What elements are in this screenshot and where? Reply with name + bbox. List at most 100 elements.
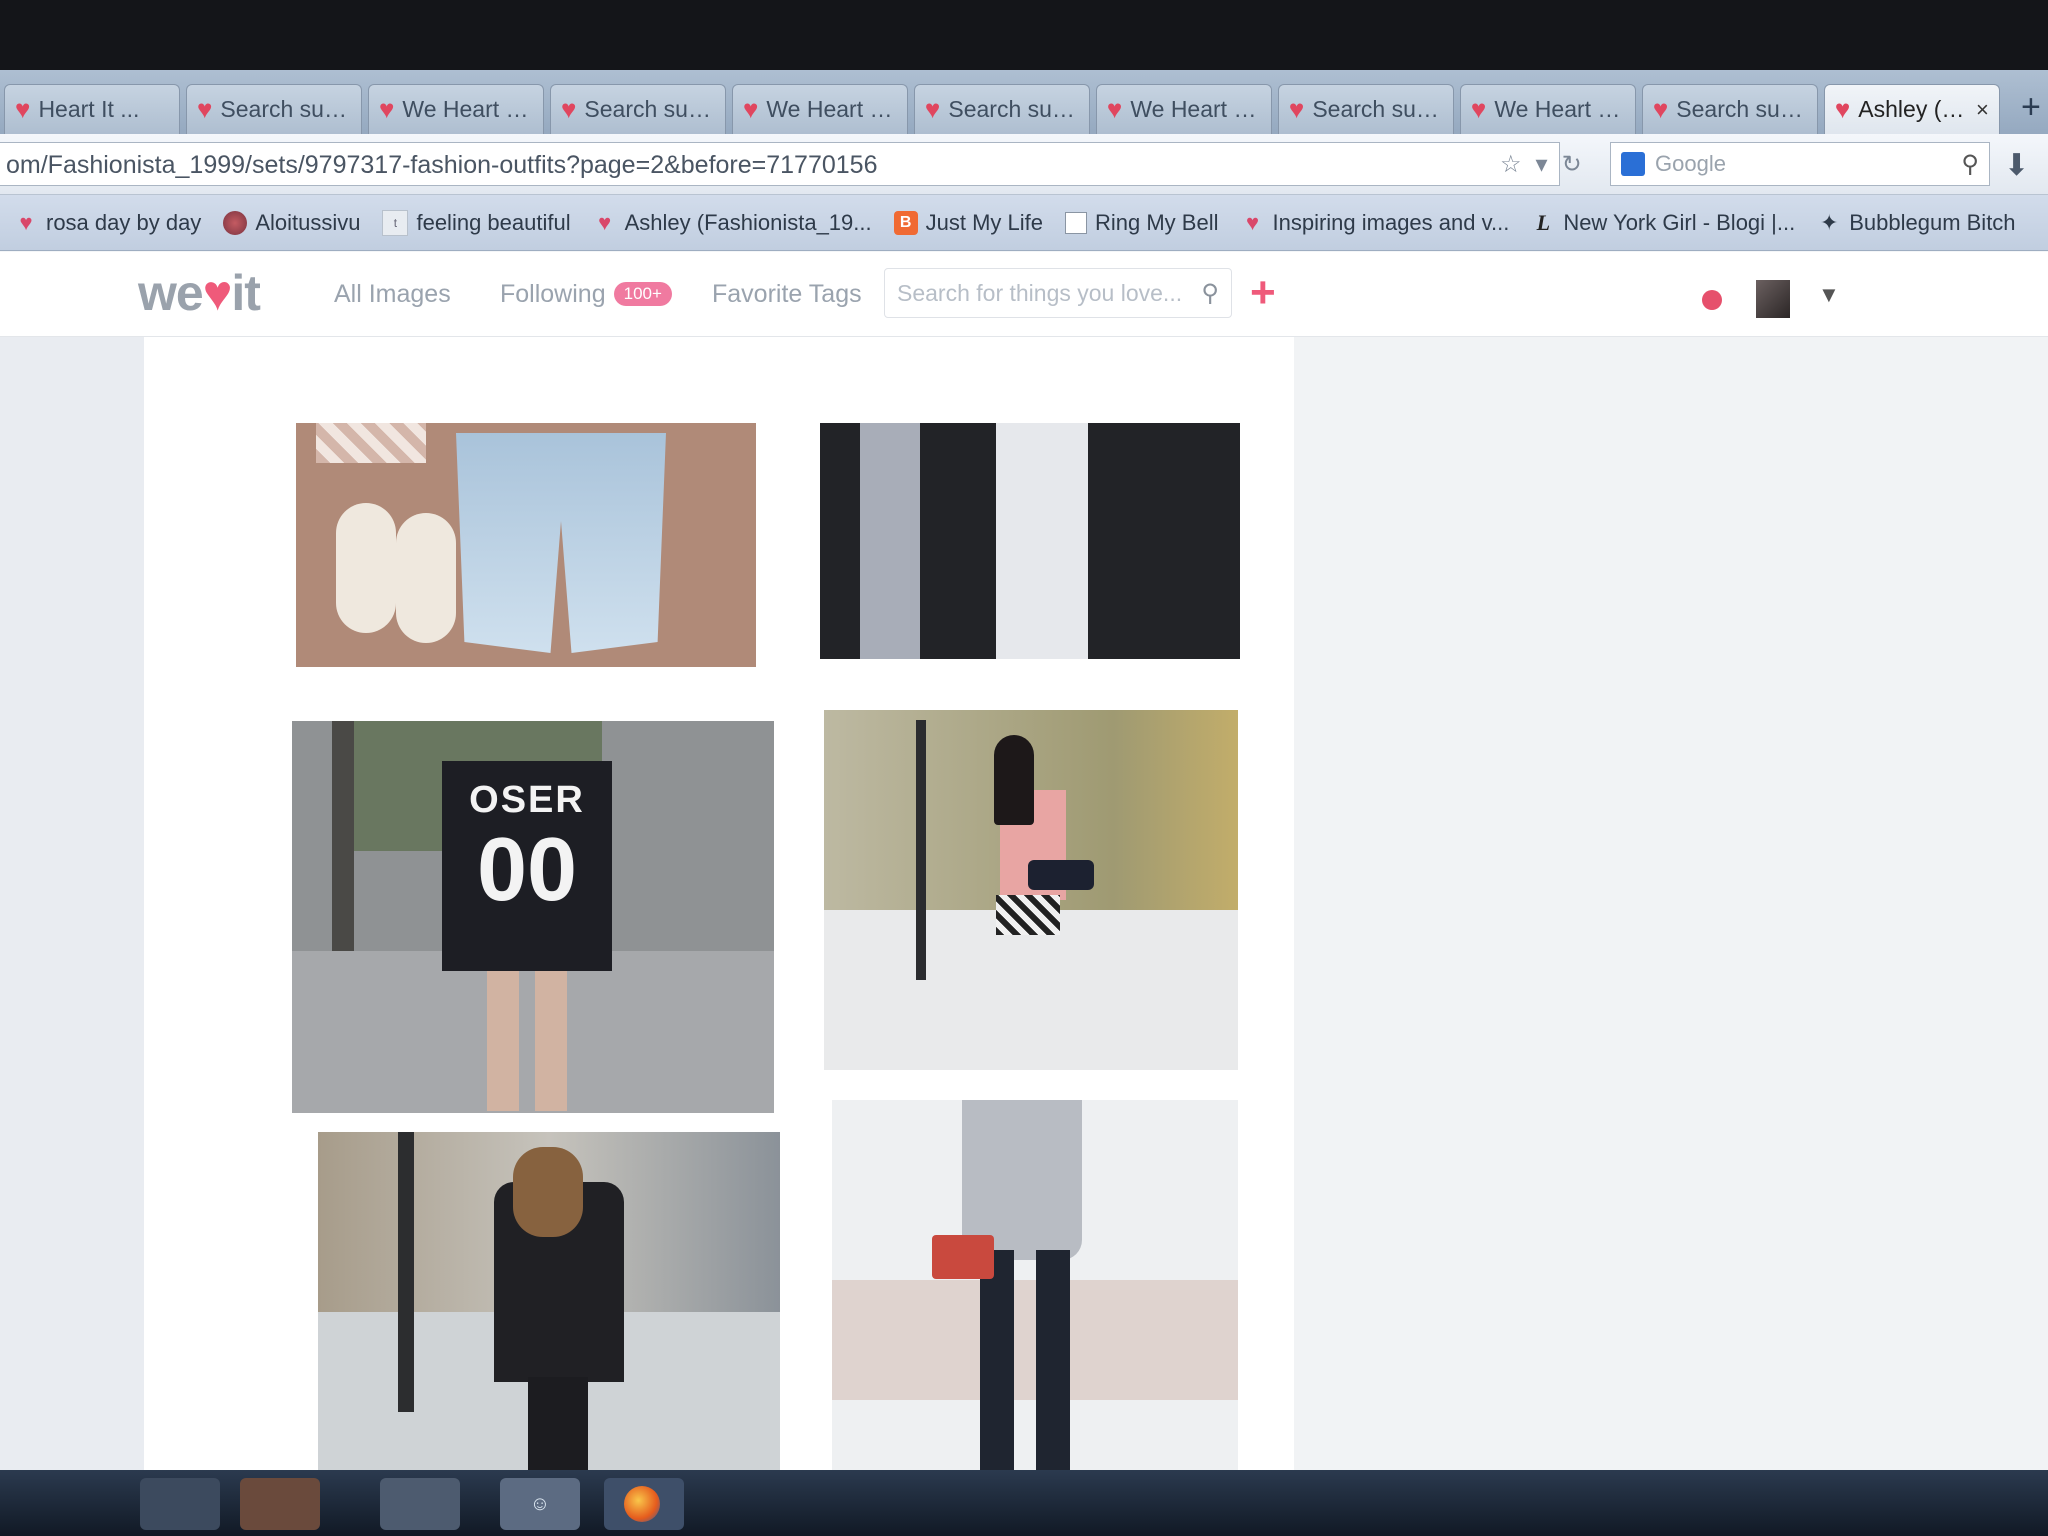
nav-following[interactable]: Following 100+	[500, 280, 672, 309]
heart-icon: ♥	[924, 94, 941, 124]
legs	[528, 1377, 588, 1470]
nav-favorite-tags[interactable]: Favorite Tags	[712, 280, 862, 309]
red-clutch	[932, 1235, 994, 1279]
bookmark-label: feeling beautiful	[416, 209, 571, 235]
outfit-image-shorts[interactable]	[296, 423, 756, 667]
browser-tab[interactable]: ♥ We Heart It ...	[1095, 84, 1272, 134]
logo-we: we	[138, 265, 204, 321]
close-tab-icon[interactable]: ×	[1976, 97, 1989, 123]
download-icon[interactable]: ⬇	[2004, 148, 2029, 183]
heart-icon: ♥	[196, 94, 213, 124]
heart-icon: ♥	[19, 209, 33, 235]
outfit-image-jersey[interactable]: OSER 00	[292, 721, 774, 1113]
hair	[994, 735, 1034, 825]
tab-title: Search sum...	[1676, 96, 1807, 122]
shoe	[336, 503, 396, 633]
navigation-bar: om/Fashionista_1999/sets/9797317-fashion…	[0, 134, 2048, 195]
url-bar-icons: ☆ ▾ ↻	[1500, 142, 1582, 186]
heart-icon: ♥	[1834, 94, 1851, 124]
outfit-image-pink-jacket[interactable]	[824, 710, 1238, 1070]
bookmark-item[interactable]: ✦ Bubblegum Bitch	[1817, 209, 2016, 236]
bookmark-star-icon[interactable]: ☆	[1500, 150, 1522, 179]
heart-icon: ♥	[202, 265, 233, 321]
heart-icon: ♥	[560, 94, 577, 124]
chevron-down-icon[interactable]: ▼	[1818, 282, 1840, 308]
bookmark-item[interactable]: ♥ Ashley (Fashionista_19...	[593, 210, 872, 236]
tab-title: Heart It ...	[38, 96, 140, 122]
search-engine-box[interactable]: Google ⚲	[1610, 142, 1990, 186]
site-header: we♥it All Images Following 100+ Favorite …	[0, 252, 2048, 337]
browser-tab-active[interactable]: ♥ Ashley (F... ×	[1823, 84, 2000, 134]
bookmark-item[interactable]: ♥ rosa day by day	[14, 210, 201, 236]
right-sidebar	[1294, 337, 2048, 1470]
new-tab-button[interactable]: +	[2014, 88, 2048, 128]
taskbar-app[interactable]	[380, 1478, 460, 1530]
outfit-image-grey-blazer[interactable]	[832, 1100, 1238, 1470]
taskbar-app[interactable]	[140, 1478, 220, 1530]
reload-icon[interactable]: ↻	[1562, 150, 1582, 179]
notification-icon[interactable]	[1702, 290, 1722, 310]
browser-tab[interactable]: ♥ Search sum...	[1277, 84, 1454, 134]
outfit-image-jacket[interactable]	[820, 423, 1240, 659]
heart-icon: ♥	[1288, 94, 1305, 124]
tab-title: Search sum...	[584, 96, 715, 122]
shoe	[396, 513, 456, 643]
nav-all-images[interactable]: All Images	[334, 280, 451, 309]
bookmarks-bar: ♥ rosa day by day Aloitussivu t feeling be…	[0, 195, 2048, 251]
heart-icon: ♥	[1470, 94, 1487, 124]
star-icon: ✦	[1820, 209, 1839, 235]
tumblr-icon: t	[382, 209, 409, 236]
heart-icon: ♥	[1652, 94, 1669, 124]
browser-tab[interactable]: ♥ Heart It ...	[4, 84, 180, 134]
add-image-button[interactable]: +	[1250, 268, 1276, 318]
bookmark-label: Ring My Bell	[1095, 209, 1219, 235]
heart-icon: ♥	[378, 94, 395, 124]
bookmark-item[interactable]: Aloitussivu	[223, 210, 360, 236]
bookmark-item[interactable]: t feeling beautiful	[382, 209, 571, 236]
bookmark-label: Bubblegum Bitch	[1849, 209, 2016, 235]
avatar-icon	[223, 210, 248, 235]
dropdown-arrow-icon[interactable]: ▾	[1536, 150, 1548, 179]
browser-tab[interactable]: ♥ Search sum...	[913, 84, 1090, 134]
site-search-input[interactable]: Search for things you love... ⚲	[884, 268, 1232, 318]
bookmark-label: Inspiring images and v...	[1272, 209, 1510, 235]
legs	[487, 971, 567, 1111]
blogger-icon: B	[893, 210, 918, 235]
bookmark-item[interactable]: B Just My Life	[893, 210, 1043, 236]
tab-title: Ashley (F...	[1858, 96, 1970, 122]
heart-icon: ♥	[742, 94, 759, 124]
bookmark-item[interactable]: Ring My Bell	[1065, 210, 1218, 236]
logo-it: it	[231, 265, 261, 321]
tab-title: We Heart It ...	[1494, 96, 1625, 122]
outfit-image-leather-jacket[interactable]	[318, 1132, 780, 1470]
tab-title: Search sum...	[1312, 96, 1443, 122]
messenger-taskbar-icon[interactable]: ☺	[500, 1478, 580, 1530]
firefox-icon	[624, 1486, 660, 1522]
striped-bag	[316, 423, 426, 463]
weheartit-logo[interactable]: we♥it	[138, 264, 261, 322]
search-icon[interactable]: ⚲	[1961, 150, 1979, 179]
browser-tab[interactable]: ♥ Search sum...	[185, 84, 362, 134]
taskbar-app[interactable]	[240, 1478, 320, 1530]
jacket-lapel	[860, 423, 920, 659]
heart-icon: ♥	[15, 94, 31, 124]
browser-tab[interactable]: ♥ Search sum...	[549, 84, 726, 134]
browser-tab[interactable]: ♥ We Heart It ...	[1459, 84, 1636, 134]
pole	[398, 1132, 414, 1412]
firefox-taskbar-icon[interactable]	[604, 1478, 684, 1530]
jersey-number: 00	[476, 820, 578, 920]
browser-tab[interactable]: ♥ We Heart It ...	[367, 84, 544, 134]
url-bar[interactable]: om/Fashionista_1999/sets/9797317-fashion…	[0, 142, 1560, 186]
heart-icon: ♥	[1106, 94, 1123, 124]
tab-title: Search sum...	[220, 96, 351, 122]
heart-icon: ♥	[598, 209, 612, 235]
polka-skirt	[996, 895, 1060, 935]
bookmark-item[interactable]: ♥ Inspiring images and v...	[1240, 210, 1509, 236]
jersey-dress: OSER 00	[442, 761, 612, 971]
search-icon[interactable]: ⚲	[1201, 279, 1219, 308]
search-engine-icon[interactable]	[1621, 152, 1645, 176]
bookmark-item[interactable]: L New York Girl - Blogi |...	[1531, 210, 1796, 236]
browser-tab[interactable]: ♥ Search sum...	[1641, 84, 1818, 134]
user-avatar[interactable]	[1756, 280, 1790, 318]
browser-tab[interactable]: ♥ We Heart It ...	[731, 84, 908, 134]
